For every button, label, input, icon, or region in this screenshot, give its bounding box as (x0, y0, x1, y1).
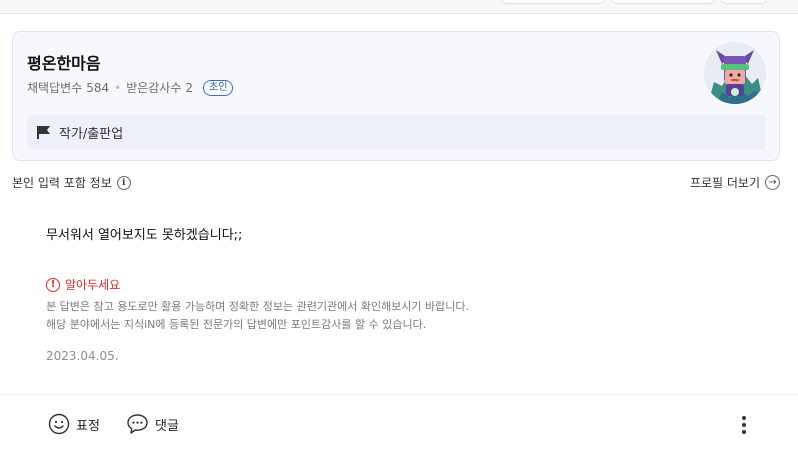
self-input-info[interactable]: 본인 입력 포함 정보 i (12, 174, 131, 191)
profile-name[interactable]: 평온한마음 (27, 50, 101, 74)
smile-icon (48, 413, 70, 435)
emotion-button[interactable]: 표정 (48, 412, 100, 436)
flag-icon (37, 125, 51, 139)
notice-line: 해당 분야에서는 지식iN에 등록된 전문가의 답변에만 포인트감사를 할 수 … (46, 318, 427, 331)
kebab-menu-icon[interactable] (736, 414, 752, 436)
thanks-label: 받은감사수 (126, 81, 182, 95)
more-profile-link[interactable]: 프로필 더보기 → (690, 174, 780, 191)
notice-line: 본 답변은 참고 용도로만 활용 가능하며 정확한 정보는 관련기관에서 확인해… (46, 300, 470, 313)
more-profile-label: 프로필 더보기 (689, 176, 760, 190)
category-label: 작가/출판업 (59, 126, 124, 142)
adopted-count: 584 (86, 80, 110, 95)
top-tab-button[interactable] (501, 0, 605, 4)
self-input-label: 본인 입력 포함 정보 (12, 176, 112, 190)
comment-label: 댓글 (155, 418, 179, 434)
info-icon[interactable]: i (116, 175, 131, 190)
answer-date: 2023.04.05. (46, 349, 119, 363)
kebab-dot (742, 423, 746, 427)
profile-stats: 채택답변수 584 • 받은감사수 2 초인 (27, 79, 234, 96)
answer-body: 무서워서 열어보지도 못하겠습니다;; (46, 228, 243, 243)
rank-badge: 초인 (203, 79, 234, 96)
top-strip (0, 0, 798, 14)
separator-dot: • (114, 80, 122, 95)
top-tab-button[interactable] (721, 0, 767, 4)
adopted-label: 채택답변수 (27, 81, 83, 95)
arrow-right-circle-icon: → (765, 175, 780, 190)
notice-title: ! 알아두세요 (46, 276, 120, 293)
speech-bubble-icon (127, 414, 148, 434)
top-tab-button[interactable] (611, 0, 715, 4)
category-row[interactable]: 작가/출판업 (27, 114, 766, 150)
kebab-dot (742, 416, 746, 420)
avatar[interactable] (704, 42, 766, 104)
character-avatar-icon (704, 42, 766, 104)
kebab-dot (742, 430, 746, 434)
notice-title-text: 알아두세요 (65, 278, 121, 292)
thanks-count: 2 (185, 80, 194, 95)
comment-button[interactable]: 댓글 (126, 412, 179, 436)
divider (0, 394, 798, 395)
emotion-label: 표정 (76, 418, 100, 434)
warning-icon: ! (46, 277, 60, 292)
profile-card: 평온한마음 채택답변수 584 • 받은감사수 2 초인 작가/출판업 (12, 31, 780, 161)
